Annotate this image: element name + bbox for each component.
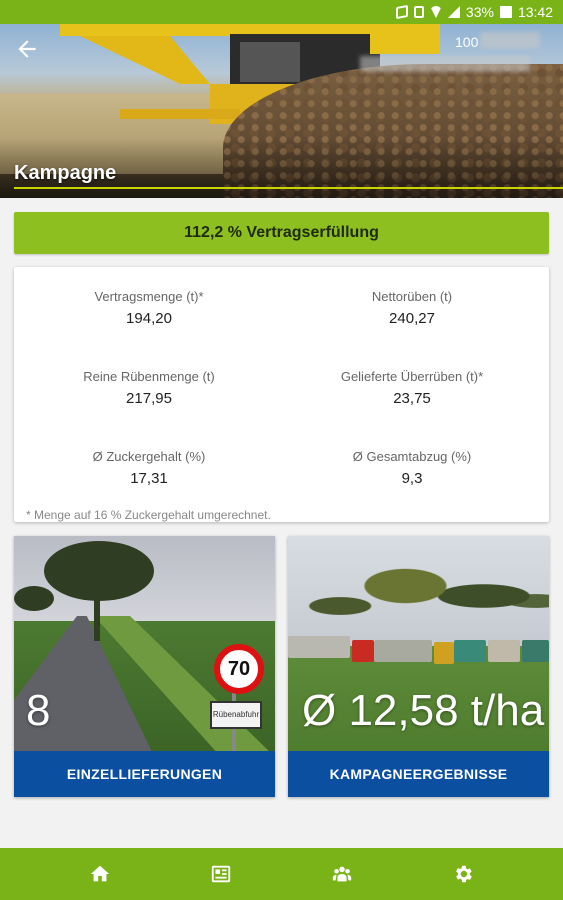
stat-label: Gelieferte Überrüben (t)* — [340, 369, 484, 384]
account-id: 100 — [455, 34, 479, 50]
deliveries-card[interactable]: 70 Rübenabfuhr 8 EINZELLIEFERUNGEN — [14, 536, 275, 797]
redacted-name — [480, 32, 540, 48]
clock: 13:42 — [517, 4, 553, 20]
back-arrow-icon[interactable] — [14, 36, 44, 66]
stat-avg-total-deduction: Ø Gesamtabzug (%) 9,3 — [282, 449, 542, 487]
stat-pure-beet-quantity: Reine Rübenmenge (t) 217,95 — [19, 369, 279, 407]
signal-icon — [447, 6, 460, 18]
title-underline — [14, 187, 563, 189]
stat-contract-quantity: Vertragsmenge (t)* 194,20 — [19, 289, 279, 327]
stats-card: Vertragsmenge (t)* 194,20 Nettorüben (t)… — [14, 267, 549, 522]
nav-contacts[interactable] — [320, 852, 364, 896]
redacted-address — [360, 56, 530, 72]
stat-value: 194,20 — [126, 310, 172, 327]
deliveries-button[interactable]: EINZELLIEFERUNGEN — [14, 751, 275, 797]
page-title: Kampagne — [14, 162, 117, 184]
home-icon — [91, 865, 110, 882]
stat-value: 23,75 — [393, 390, 431, 407]
stat-avg-sugar-content: Ø Zuckergehalt (%) 17,31 — [19, 449, 279, 487]
stat-net-beets: Nettorüben (t) 240,27 — [282, 289, 542, 327]
stat-value: 217,95 — [126, 390, 172, 407]
bluetooth-icon — [395, 4, 408, 20]
nav-home[interactable] — [78, 852, 122, 896]
stat-label: Nettorüben (t) — [371, 289, 453, 304]
header-banner: 100 Kampagne — [0, 24, 563, 198]
bottom-navigation — [0, 848, 563, 900]
settings-icon — [455, 865, 472, 883]
vibrate-icon — [413, 6, 424, 18]
sign-plate: Rübenabfuhr — [210, 701, 262, 729]
campaign-results-card[interactable]: Ø 12,58 t/ha KAMPAGNEERGEBNISSE — [288, 536, 549, 797]
stat-label: Ø Zuckergehalt (%) — [92, 449, 206, 464]
group-icon — [332, 866, 352, 882]
stat-delivered-excess-beets: Gelieferte Überrüben (t)* 23,75 — [282, 369, 542, 407]
footnote: * Menge auf 16 % Zuckergehalt umgerechne… — [26, 508, 271, 522]
nav-news[interactable] — [199, 852, 243, 896]
news-icon — [211, 865, 231, 883]
battery-percent: 33% — [465, 4, 494, 20]
stat-label: Reine Rübenmenge (t) — [83, 369, 215, 384]
road-image: 70 Rübenabfuhr — [14, 536, 275, 751]
speed-limit-sign: 70 — [214, 644, 264, 694]
wifi-icon — [429, 6, 442, 18]
stat-label: Ø Gesamtabzug (%) — [352, 449, 472, 464]
deliveries-count: 8 — [26, 686, 51, 735]
stat-label: Vertragsmenge (t)* — [94, 289, 204, 304]
battery-icon — [499, 6, 512, 18]
avg-yield-value: Ø 12,58 t/ha — [302, 686, 545, 735]
stat-value: 9,3 — [401, 470, 423, 487]
stat-value: 17,31 — [130, 470, 168, 487]
stat-value: 240,27 — [389, 310, 435, 327]
nav-settings[interactable] — [441, 852, 485, 896]
contract-fulfillment-banner: 112,2 % Vertragserfüllung — [14, 212, 549, 254]
campaign-results-button[interactable]: KAMPAGNEERGEBNISSE — [288, 751, 549, 797]
status-bar: 33% 13:42 — [0, 0, 563, 24]
